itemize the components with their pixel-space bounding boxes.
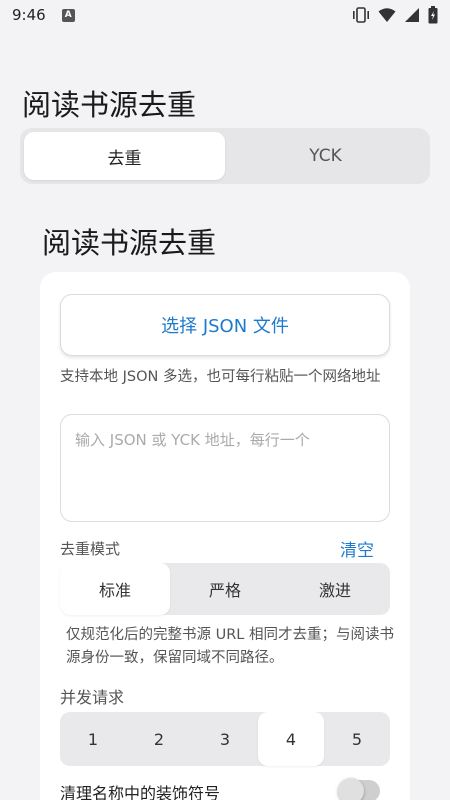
notification-icon: A: [61, 8, 75, 22]
status-icons: [352, 6, 438, 24]
concurrency-option-1[interactable]: 1: [60, 712, 126, 766]
url-input[interactable]: 输入 JSON 或 YCK 地址，每行一个: [60, 414, 390, 522]
section-title: 阅读书源去重: [42, 226, 217, 260]
top-tabs: 去重 YCK: [20, 128, 430, 184]
status-bar: 9:46 A: [0, 0, 450, 30]
wifi-icon: [378, 8, 396, 22]
clear-button[interactable]: 清空: [340, 536, 374, 561]
status-time: 9:46: [12, 6, 46, 24]
concurrency-option-4[interactable]: 4: [258, 712, 324, 766]
app-title: 阅读书源去重: [22, 88, 197, 122]
concurrency-option-2[interactable]: 2: [126, 712, 192, 766]
select-json-file-button[interactable]: 选择 JSON 文件: [60, 294, 390, 356]
tab-dedup[interactable]: 去重: [24, 132, 225, 180]
mode-aggressive[interactable]: 激进: [280, 563, 390, 615]
dedup-card: 选择 JSON 文件 支持本地 JSON 多选，也可每行粘贴一个网络地址 输入 …: [40, 272, 410, 800]
mode-standard[interactable]: 标准: [60, 563, 170, 615]
concurrency-label: 并发请求: [60, 688, 125, 707]
toggle-knob: [338, 778, 364, 800]
mode-description: 仅规范化后的完整书源 URL 相同才去重；与阅读书源身份一致，保留同域不同路径。: [66, 627, 394, 666]
dedup-mode-label: 去重模式: [60, 540, 121, 558]
tab-yck[interactable]: YCK: [225, 132, 426, 180]
battery-icon: [428, 6, 438, 24]
concurrency-selector: 1 2 3 4 5: [60, 712, 390, 766]
mode-strict[interactable]: 严格: [170, 563, 280, 615]
input-help-text: 支持本地 JSON 多选，也可每行粘贴一个网络地址: [60, 369, 381, 385]
signal-icon: [405, 8, 419, 22]
clean-symbols-label: 清理名称中的装饰符号: [60, 784, 221, 800]
clean-symbols-toggle[interactable]: [338, 778, 380, 800]
concurrency-option-5[interactable]: 5: [324, 712, 390, 766]
concurrency-option-3[interactable]: 3: [192, 712, 258, 766]
dedup-mode-selector: 标准 严格 激进: [60, 563, 390, 615]
vibrate-icon: [353, 7, 369, 23]
